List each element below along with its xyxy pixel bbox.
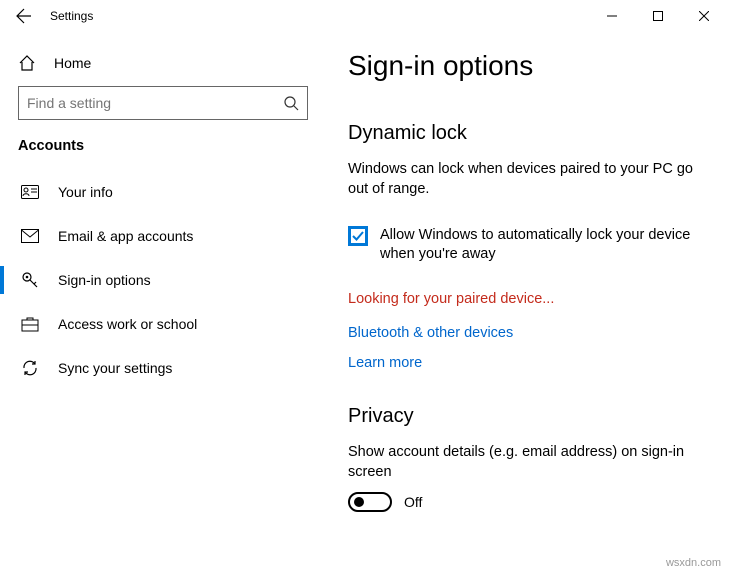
sidebar-item-sync[interactable]: Sync your settings <box>18 346 310 390</box>
sidebar-item-label: Sync your settings <box>58 360 172 376</box>
minimize-icon <box>607 11 617 21</box>
maximize-icon <box>653 11 663 21</box>
sidebar-item-your-info[interactable]: Your info <box>18 170 310 214</box>
dynamic-lock-desc: Windows can lock when devices paired to … <box>348 159 701 200</box>
learn-more-link[interactable]: Learn more <box>348 355 701 371</box>
privacy-heading: Privacy <box>348 405 701 428</box>
sidebar-item-label: Access work or school <box>58 316 197 332</box>
search-icon <box>283 95 299 111</box>
close-icon <box>699 11 709 21</box>
home-icon <box>18 54 38 72</box>
privacy-desc: Show account details (e.g. email address… <box>348 442 701 483</box>
checkmark-icon <box>352 230 364 242</box>
dynamic-lock-heading: Dynamic lock <box>348 122 701 145</box>
window-title: Settings <box>50 9 93 23</box>
maximize-button[interactable] <box>635 0 681 32</box>
bluetooth-link[interactable]: Bluetooth & other devices <box>348 325 701 341</box>
minimize-button[interactable] <box>589 0 635 32</box>
sidebar-item-label: Sign-in options <box>58 272 151 288</box>
watermark: wsxdn.com <box>666 557 721 569</box>
sync-icon <box>20 359 40 377</box>
sidebar: Home Accounts Your info Email & app acco… <box>0 32 320 575</box>
mail-icon <box>20 229 40 243</box>
arrow-left-icon <box>16 8 32 24</box>
toggle-state-label: Off <box>404 494 422 510</box>
close-button[interactable] <box>681 0 727 32</box>
toggle-knob <box>354 497 364 507</box>
window-controls <box>589 0 727 32</box>
sidebar-item-label: Email & app accounts <box>58 228 193 244</box>
person-card-icon <box>20 185 40 199</box>
dynamic-lock-checkbox[interactable] <box>348 226 368 246</box>
briefcase-icon <box>20 316 40 332</box>
home-nav[interactable]: Home <box>18 46 310 86</box>
dynamic-lock-checkbox-label: Allow Windows to automatically lock your… <box>380 226 701 265</box>
back-button[interactable] <box>4 0 44 32</box>
dynamic-lock-checkbox-row: Allow Windows to automatically lock your… <box>348 226 701 265</box>
main-content: Sign-in options Dynamic lock Windows can… <box>320 32 731 575</box>
key-icon <box>20 271 40 289</box>
page-title: Sign-in options <box>348 50 701 82</box>
sidebar-section: Accounts <box>18 138 310 154</box>
home-label: Home <box>54 55 91 71</box>
search-input[interactable] <box>27 95 283 111</box>
sidebar-item-email[interactable]: Email & app accounts <box>18 214 310 258</box>
pairing-status: Looking for your paired device... <box>348 291 701 307</box>
sidebar-item-sign-in[interactable]: Sign-in options <box>18 258 310 302</box>
titlebar: Settings <box>0 0 731 32</box>
sidebar-item-label: Your info <box>58 184 113 200</box>
privacy-toggle[interactable] <box>348 492 392 512</box>
search-box[interactable] <box>18 86 308 120</box>
sidebar-item-work-school[interactable]: Access work or school <box>18 302 310 346</box>
